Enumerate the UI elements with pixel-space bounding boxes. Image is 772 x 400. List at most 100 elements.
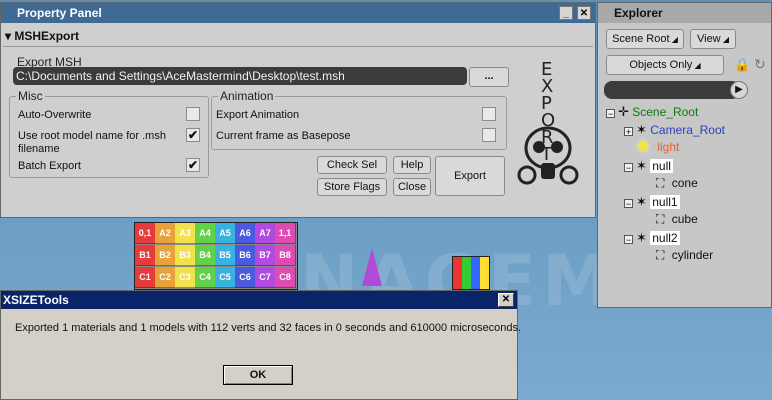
property-panel-title: Property Panel — [17, 6, 102, 20]
expander-camera-root[interactable]: + — [624, 127, 633, 137]
dropdown-arrow-icon: ◢ — [692, 61, 701, 70]
section-divider — [3, 46, 593, 47]
close-button[interactable]: Close — [393, 178, 431, 196]
cube-cell: A2 — [155, 223, 176, 244]
cube-cell: B1 — [135, 245, 156, 266]
checker-cube[interactable]: 0,1 A2 A3 A4 A5 A6 A7 1,1 B1 B2 B3 B4 B5 B6 B7 B8 C1 C2 C3… — [134, 222, 298, 290]
cube-cell: B6 — [235, 245, 256, 266]
tree-node-light[interactable]: light — [638, 140, 679, 154]
property-panel-window: Property Panel _ ✕ ▾ MSHExport Export MS… — [0, 2, 596, 218]
tree-node-cylinder[interactable]: ⛶ cylinder — [656, 248, 713, 263]
xsizetools-dialog: XSIZETools ✕ Exported 1 materials and 1 … — [0, 290, 522, 400]
expander-null2[interactable]: − — [624, 235, 633, 245]
lock-icon[interactable]: 🔒 — [734, 57, 750, 73]
null1-text: null1 — [650, 195, 680, 209]
view-button[interactable]: View ◢ — [690, 29, 736, 49]
cube-cell: B4 — [195, 245, 216, 266]
animation-group-title: Animation — [218, 89, 276, 103]
mesh-icon: ⛶ — [656, 212, 665, 226]
export-animation-checkbox[interactable] — [482, 107, 496, 121]
cube-cell: 0,1 — [135, 223, 156, 244]
cube-cell: C1 — [135, 267, 156, 288]
dialog-message: Exported 1 materials and 1 models with 1… — [15, 322, 522, 334]
tree-node-cone[interactable]: ⛶ cone — [656, 176, 698, 191]
browse-button[interactable]: ... — [469, 67, 509, 87]
expander-null1[interactable]: − — [624, 199, 633, 209]
expander-null[interactable]: − — [624, 163, 633, 173]
export-button[interactable]: Export — [435, 156, 505, 196]
camera-root-text: Camera_Root — [650, 123, 725, 137]
dialog-title: XSIZETools — [3, 293, 69, 307]
minimize-button[interactable]: _ — [559, 6, 573, 20]
explorer-titlebar[interactable]: Explorer — [598, 3, 771, 23]
cube-text: cube — [671, 212, 698, 226]
scene-root-icon: ✛ — [618, 104, 629, 119]
current-frame-checkbox[interactable] — [482, 128, 496, 142]
dialog-titlebar[interactable]: XSIZETools ✕ — [1, 291, 517, 309]
null2-text: null2 — [650, 231, 680, 245]
scene-root-label: Scene Root — [612, 33, 670, 45]
cube-cell: A4 — [195, 223, 216, 244]
cube-cell: C8 — [275, 267, 296, 288]
auto-overwrite-label: Auto-Overwrite — [18, 109, 92, 121]
explorer-search-input[interactable] — [604, 81, 740, 99]
light-text: light — [657, 140, 680, 154]
batch-export-checkbox[interactable]: ✔ — [186, 158, 200, 172]
view-label: View — [696, 33, 721, 45]
cube-cell: A6 — [235, 223, 256, 244]
light-bulb-icon — [638, 141, 648, 151]
tree-node-null1[interactable]: ✶ null1 — [636, 194, 680, 210]
tree-node-null[interactable]: ✶ null — [636, 158, 673, 174]
tree-node-cube[interactable]: ⛶ cube — [656, 212, 698, 227]
help-button[interactable]: Help — [393, 156, 431, 174]
cube-cell: C2 — [155, 267, 176, 288]
cube-cell: C5 — [215, 267, 236, 288]
dialog-close-button[interactable]: ✕ — [498, 293, 514, 307]
cube-cell: A3 — [175, 223, 196, 244]
tree-node-scene-root[interactable]: ✛ Scene_Root — [618, 104, 698, 120]
cube-cell: C3 — [175, 267, 196, 288]
collapse-triangle-icon: ▾ — [5, 29, 12, 43]
misc-group-title: Misc — [16, 89, 45, 103]
section-title: MSHExport — [14, 29, 80, 43]
objects-only-label: Objects Only — [629, 59, 693, 71]
tree-node-null2[interactable]: ✶ null2 — [636, 230, 680, 246]
scene-root-text: Scene_Root — [632, 105, 699, 119]
expander-scene-root[interactable]: − — [606, 109, 615, 119]
gas-mask-icon — [517, 126, 579, 185]
dropdown-arrow-icon: ◢ — [669, 35, 678, 44]
objects-only-button[interactable]: Objects Only ◢ — [606, 55, 724, 75]
mesh-icon: ⛶ — [656, 248, 665, 262]
property-panel-titlebar[interactable]: Property Panel _ ✕ — [1, 3, 595, 23]
current-frame-label: Current frame as Basepose — [216, 130, 351, 142]
cube-cell: A7 — [255, 223, 276, 244]
ok-button[interactable]: OK — [223, 365, 293, 385]
scene-root-button[interactable]: Scene Root ◢ — [606, 29, 684, 49]
null-icon: ✶ — [636, 230, 647, 245]
use-root-name-label-line2: filename — [18, 143, 60, 155]
check-sel-button[interactable]: Check Sel — [317, 156, 387, 174]
cube-cell: B8 — [275, 245, 296, 266]
null-text: null — [650, 159, 673, 173]
close-window-button[interactable]: ✕ — [577, 6, 591, 20]
tree-node-camera-root[interactable]: ✶ Camera_Root — [636, 122, 725, 138]
cube-cell: A5 — [215, 223, 236, 244]
export-animation-label: Export Animation — [216, 109, 300, 121]
msh-path-input[interactable]: C:\Documents and Settings\AceMastermind\… — [13, 67, 467, 85]
null-icon: ✶ — [636, 158, 647, 173]
msh-path-value: C:\Documents and Settings\AceMastermind\… — [16, 69, 345, 83]
cube-cell: B7 — [255, 245, 276, 266]
section-header[interactable]: ▾ MSHExport — [5, 29, 79, 43]
use-root-name-checkbox[interactable]: ✔ — [186, 128, 200, 142]
auto-overwrite-checkbox[interactable] — [186, 107, 200, 121]
cone-object[interactable] — [362, 248, 382, 286]
cube-cell: B2 — [155, 245, 176, 266]
refresh-icon[interactable]: ↻ — [754, 56, 770, 72]
cube-cell: 1,1 — [275, 223, 296, 244]
dropdown-arrow-icon: ◢ — [720, 35, 730, 44]
camera-null-icon: ✶ — [636, 122, 647, 137]
store-flags-button[interactable]: Store Flags — [317, 178, 387, 196]
explorer-window: Explorer Scene Root ◢ View ◢ Objects Onl… — [597, 2, 772, 308]
search-go-button[interactable]: ▶ — [730, 81, 748, 99]
small-cube-object[interactable] — [452, 256, 490, 290]
